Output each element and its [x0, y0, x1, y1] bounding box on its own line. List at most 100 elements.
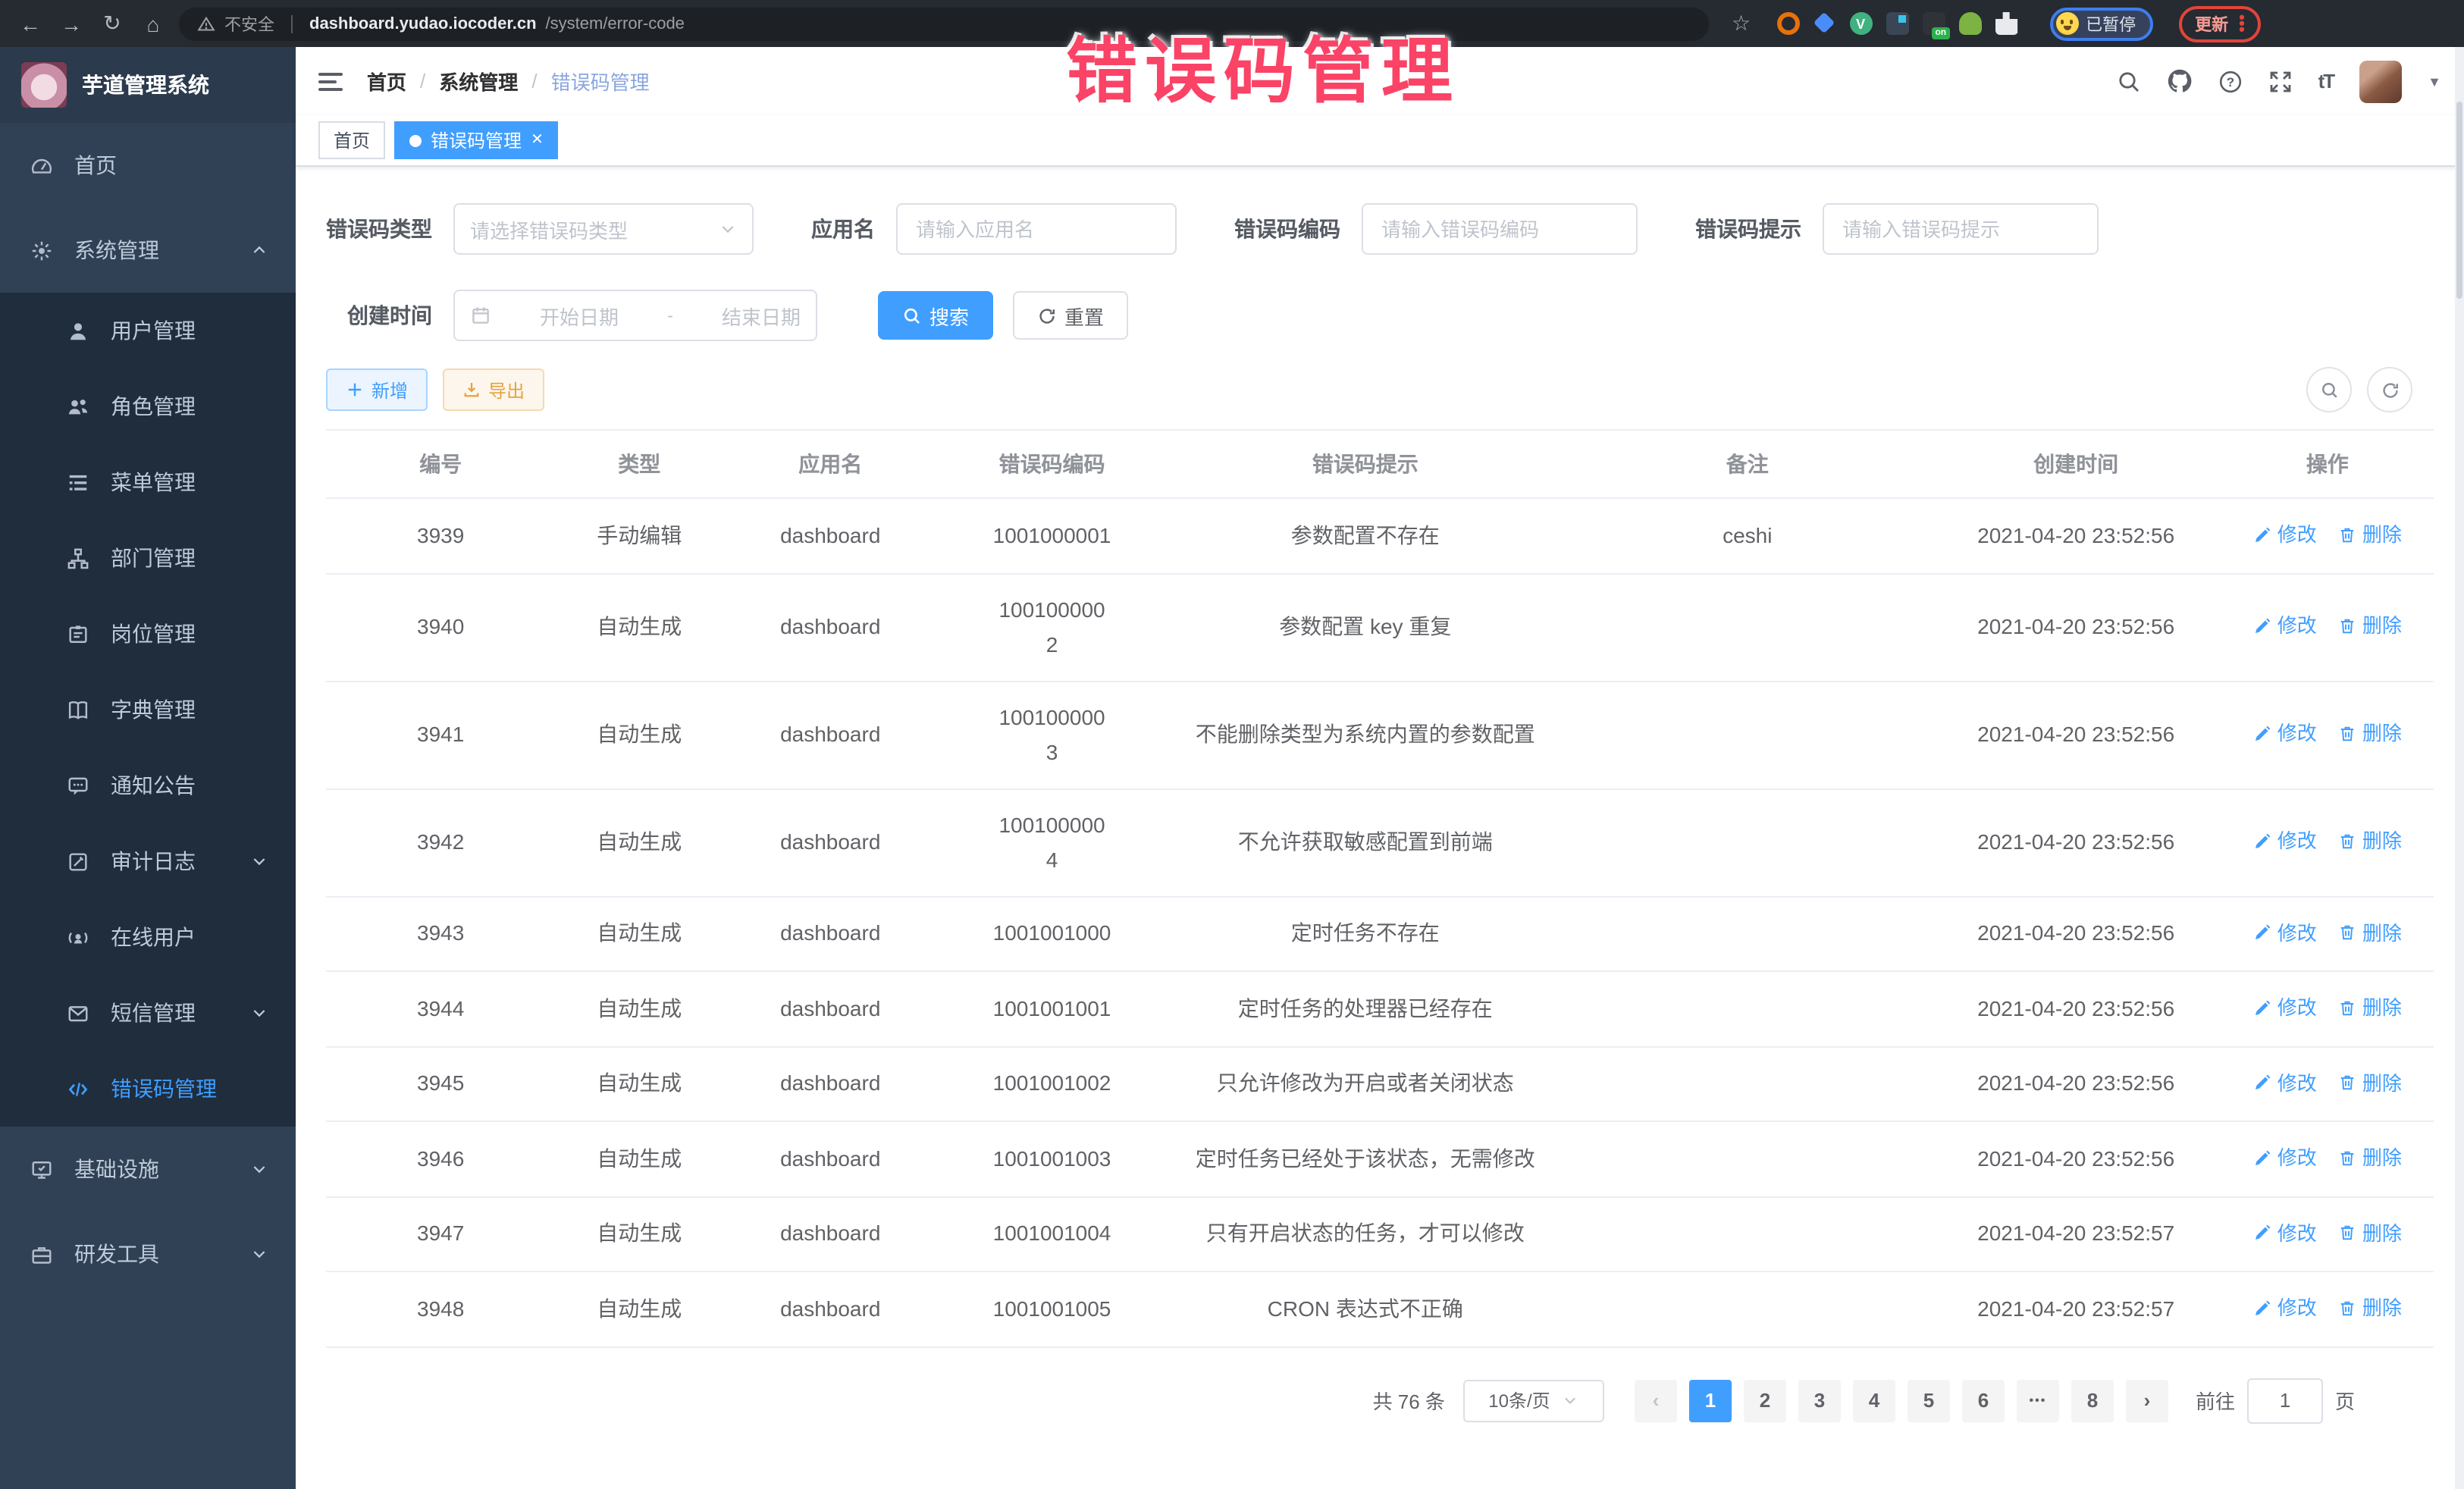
sidebar-item-系统管理[interactable]: 系统管理	[0, 208, 296, 293]
sidebar-item-通知公告[interactable]: 通知公告	[0, 748, 296, 823]
cell-code: 1001001000	[937, 896, 1166, 971]
date-end-placeholder[interactable]: 结束日期	[722, 301, 801, 330]
sidebar-item-岗位管理[interactable]: 岗位管理	[0, 596, 296, 672]
address-bar[interactable]: 不安全 dashboard.yudao.iocoder.cn/system/er…	[179, 7, 1709, 40]
header-search-icon[interactable]	[2117, 69, 2141, 93]
sidebar-item-字典管理[interactable]: 字典管理	[0, 672, 296, 748]
delete-link[interactable]: 删除	[2338, 990, 2402, 1025]
delete-link[interactable]: 删除	[2338, 1140, 2402, 1175]
security-label[interactable]: 不安全	[224, 11, 274, 36]
sidebar-item-用户管理[interactable]: 用户管理	[0, 293, 296, 368]
date-range-picker[interactable]: 开始日期 - 结束日期	[453, 290, 817, 341]
calendar-icon	[470, 305, 491, 326]
page-button-1[interactable]: 1	[1689, 1379, 1732, 1422]
browser-forward-icon[interactable]: →	[56, 8, 86, 39]
edit-link[interactable]: 修改	[2253, 609, 2317, 644]
edit-link[interactable]: 修改	[2253, 915, 2317, 950]
search-button[interactable]: 搜索	[878, 291, 993, 340]
edit-link[interactable]: 修改	[2253, 1215, 2317, 1250]
code-icon	[67, 1077, 89, 1100]
sidebar-item-错误码管理[interactable]: 错误码管理	[0, 1051, 296, 1127]
export-button[interactable]: 导出	[443, 368, 544, 411]
page-ellipsis[interactable]: •••	[2017, 1379, 2059, 1422]
edit-link[interactable]: 修改	[2253, 824, 2317, 859]
sidebar-item-首页[interactable]: 首页	[0, 123, 296, 208]
edit-link[interactable]: 修改	[2253, 1065, 2317, 1100]
extension-grid-icon[interactable]	[1886, 12, 1908, 35]
edit-link[interactable]: 修改	[2253, 1290, 2317, 1325]
input-错误码编码[interactable]	[1362, 203, 1638, 255]
edit-link[interactable]: 修改	[2253, 990, 2317, 1025]
browser-home-icon[interactable]: ⌂	[138, 8, 168, 39]
tab-close-icon[interactable]: ✕	[531, 132, 544, 149]
sidebar-item-短信管理[interactable]: 短信管理	[0, 975, 296, 1051]
page-button-3[interactable]: 3	[1798, 1379, 1841, 1422]
page-button-4[interactable]: 4	[1853, 1379, 1895, 1422]
scrollbar-thumb[interactable]	[2456, 102, 2462, 299]
breadcrumb-system[interactable]: 系统管理	[439, 67, 518, 96]
browser-menu-dots-icon[interactable]: •••	[2239, 14, 2245, 33]
extension-key-icon[interactable]	[1958, 12, 1981, 35]
add-button[interactable]: 新增	[326, 368, 428, 411]
sidebar-item-在线用户[interactable]: 在线用户	[0, 899, 296, 975]
delete-link[interactable]: 删除	[2338, 915, 2402, 950]
edit-link[interactable]: 修改	[2253, 517, 2317, 552]
vue-devtools-icon[interactable]: V	[1849, 12, 1872, 35]
refresh-table-icon[interactable]	[2367, 367, 2412, 412]
delete-link[interactable]: 删除	[2338, 824, 2402, 859]
text-input[interactable]	[913, 216, 1160, 242]
page-button-6[interactable]: 6	[1962, 1379, 2005, 1422]
extension-orange-icon[interactable]	[1776, 12, 1799, 35]
extensions-menu-icon[interactable]	[1995, 12, 2017, 35]
breadcrumb-home[interactable]: 首页	[367, 67, 406, 96]
page-button-5[interactable]: 5	[1908, 1379, 1950, 1422]
help-icon[interactable]: ?	[2218, 69, 2243, 93]
browser-profile-chip[interactable]: 已暂停	[2049, 7, 2152, 40]
vertical-scrollbar[interactable]	[2455, 47, 2464, 1489]
cell-type: 自动生成	[555, 1046, 723, 1121]
date-start-placeholder[interactable]: 开始日期	[540, 301, 619, 330]
user-avatar[interactable]	[2359, 60, 2402, 102]
next-page-button[interactable]: ›	[2126, 1379, 2168, 1422]
sidebar-item-label: 短信管理	[111, 998, 196, 1028]
sidebar-item-研发工具[interactable]: 研发工具	[0, 1212, 296, 1296]
extension-gem-icon[interactable]	[1813, 12, 1835, 35]
delete-link[interactable]: 删除	[2338, 517, 2402, 552]
delete-link[interactable]: 删除	[2338, 1215, 2402, 1250]
bookmark-star-icon[interactable]: ☆	[1732, 11, 1751, 36]
reset-button[interactable]: 重置	[1013, 291, 1128, 340]
input-错误码提示[interactable]	[1823, 203, 2099, 255]
input-应用名[interactable]	[896, 203, 1177, 255]
page-button-8[interactable]: 8	[2071, 1379, 2114, 1422]
tab-首页[interactable]: 首页	[318, 121, 385, 159]
browser-back-icon[interactable]: ←	[15, 8, 45, 39]
delete-link[interactable]: 删除	[2338, 609, 2402, 644]
fullscreen-icon[interactable]	[2268, 69, 2293, 93]
delete-link[interactable]: 删除	[2338, 1290, 2402, 1325]
github-icon[interactable]	[2167, 68, 2193, 94]
extension-proxy-icon[interactable]: on	[1922, 12, 1945, 35]
browser-update-button[interactable]: 更新 •••	[2178, 5, 2262, 42]
text-input[interactable]	[1378, 216, 1621, 242]
sidebar-item-部门管理[interactable]: 部门管理	[0, 520, 296, 596]
edit-link[interactable]: 修改	[2253, 716, 2317, 751]
page-size-select[interactable]: 10条/页	[1463, 1379, 1604, 1422]
page-button-2[interactable]: 2	[1744, 1379, 1786, 1422]
hamburger-icon[interactable]	[318, 72, 343, 90]
toggle-search-icon[interactable]	[2306, 367, 2352, 412]
delete-link[interactable]: 删除	[2338, 716, 2402, 751]
avatar-caret-icon[interactable]: ▼	[2428, 74, 2441, 89]
select-错误码类型[interactable]: 请选择错误码类型	[453, 203, 754, 255]
sidebar-item-角色管理[interactable]: 角色管理	[0, 368, 296, 444]
goto-page-input[interactable]	[2247, 1378, 2323, 1423]
prev-page-button[interactable]: ‹	[1635, 1379, 1677, 1422]
sidebar-item-菜单管理[interactable]: 菜单管理	[0, 444, 296, 520]
browser-reload-icon[interactable]: ↻	[97, 8, 127, 39]
text-input[interactable]	[1839, 216, 2082, 242]
tab-错误码管理[interactable]: 错误码管理✕	[394, 121, 559, 159]
edit-link[interactable]: 修改	[2253, 1140, 2317, 1175]
sidebar-item-基础设施[interactable]: 基础设施	[0, 1127, 296, 1212]
font-size-icon[interactable]: tT	[2318, 70, 2334, 92]
delete-link[interactable]: 删除	[2338, 1065, 2402, 1100]
sidebar-item-审计日志[interactable]: 审计日志	[0, 823, 296, 899]
